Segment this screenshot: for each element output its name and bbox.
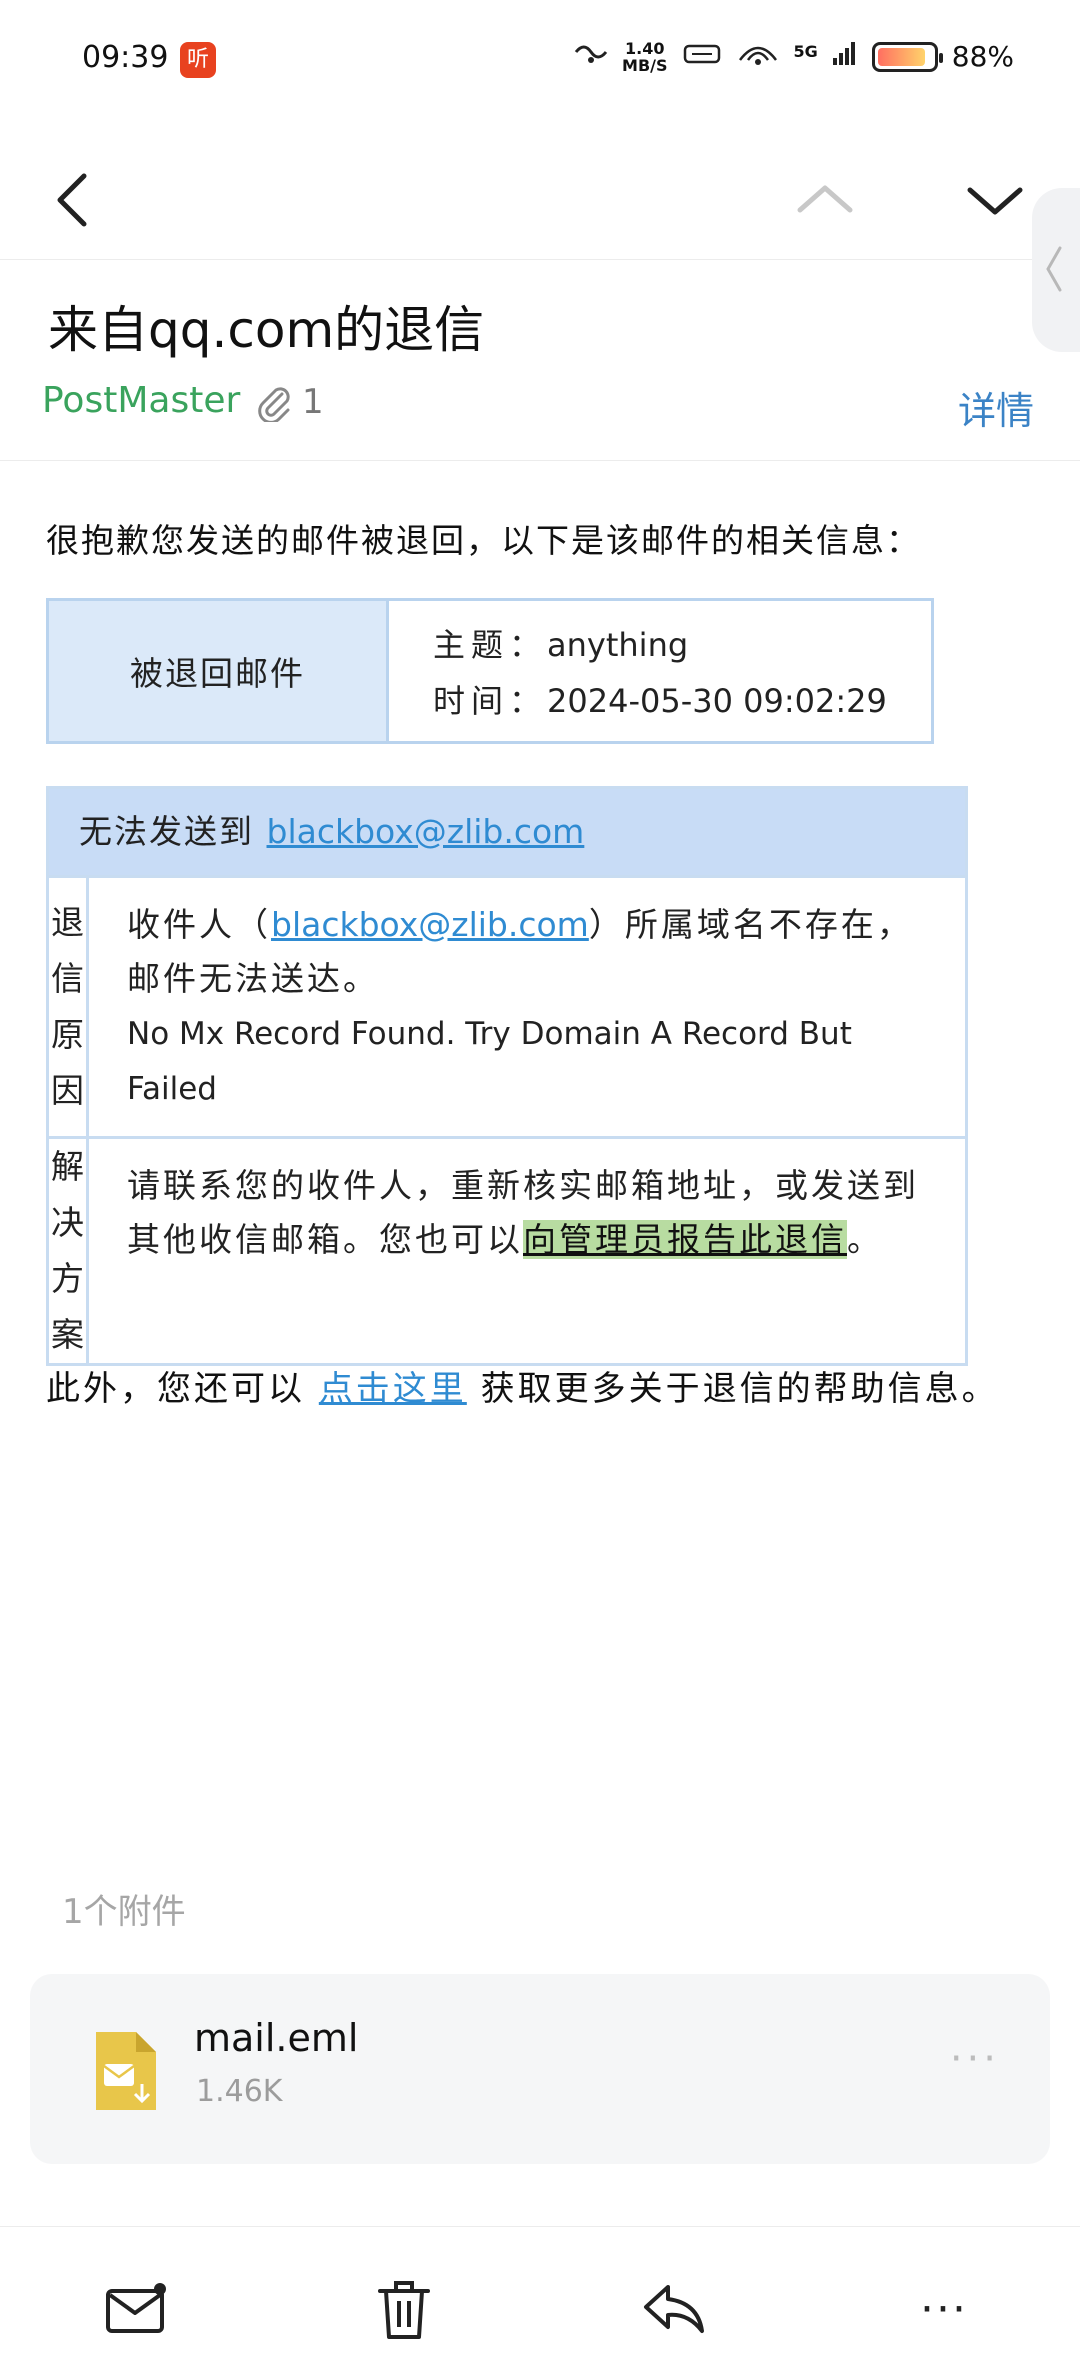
previous-mail-button[interactable] <box>790 168 860 232</box>
net-speed: 1.40 MB/S <box>622 40 667 74</box>
intro-text: 很抱歉您发送的邮件被退回，以下是该邮件的相关信息： <box>46 521 921 560</box>
hd-call-icon <box>682 38 722 75</box>
subject-key: 主题： <box>433 626 548 664</box>
battery-icon <box>871 41 943 72</box>
trash-icon <box>378 2281 430 2339</box>
more-button[interactable]: ··· <box>908 2273 980 2345</box>
attachment-more-button[interactable]: ··· <box>950 2036 1000 2082</box>
attachment-count: 1 <box>302 382 324 422</box>
returned-subject-row: 主题：anything <box>433 617 887 673</box>
attachment-size: 1.46K <box>196 2074 283 2109</box>
chevron-left-icon <box>57 173 87 227</box>
reason-body: 收件人（blackbox@zlib.com）所属域名不存在，邮件无法送达。 No… <box>89 878 965 1136</box>
reason-char: 信 <box>51 959 84 998</box>
attachment-indicator[interactable]: 1 <box>254 382 324 422</box>
mail-unread-icon <box>106 2283 166 2333</box>
solution-char: 决 <box>51 1203 84 1242</box>
reason-char: 因 <box>51 1071 84 1110</box>
next-mail-button[interactable] <box>960 168 1030 232</box>
returned-mail-info: 主题：anything 时间：2024-05-30 09:02:29 <box>389 601 931 741</box>
report-admin-link[interactable]: 向管理员报告此退信 <box>523 1220 847 1259</box>
more-icon: ··· <box>920 2283 968 2335</box>
chevron-up-icon <box>797 185 853 213</box>
solution-char: 方 <box>51 1259 84 1298</box>
attachments-heading: 1个附件 <box>62 1892 186 1932</box>
reply-icon <box>644 2285 704 2333</box>
details-link[interactable]: 详情 <box>958 380 1034 435</box>
eml-file-icon <box>90 2028 160 2118</box>
solution-side-label: 解 决 方 案 <box>49 1139 89 1363</box>
mark-unread-button[interactable] <box>100 2273 172 2345</box>
solution-end: 。 <box>847 1220 883 1259</box>
subject-value: anything <box>547 626 689 664</box>
header-divider <box>0 460 1080 461</box>
reason-address-link[interactable]: blackbox@zlib.com <box>271 905 589 944</box>
returned-mail-table: 被退回邮件 主题：anything 时间：2024-05-30 09:02:29 <box>46 598 934 744</box>
battery-percent: 88% <box>951 40 1014 73</box>
status-bar: 09:39 听 1.40 MB/S 5G 88% <box>0 0 1080 120</box>
mail-subject: 来自qq.com的退信 <box>48 301 485 359</box>
status-indicators: 1.40 MB/S 5G 88% <box>574 38 1014 75</box>
attachment-card[interactable]: mail.eml 1.46K ··· <box>30 1974 1050 2164</box>
returned-time-row: 时间：2024-05-30 09:02:29 <box>433 673 887 729</box>
app-notification-icon: 听 <box>180 42 216 78</box>
top-nav <box>0 140 1080 260</box>
time-value: 2024-05-30 09:02:29 <box>547 682 887 720</box>
wifi-calling-icon <box>736 38 780 75</box>
time-key: 时间： <box>433 682 548 720</box>
returned-mail-label: 被退回邮件 <box>49 601 389 741</box>
back-button[interactable] <box>44 168 104 232</box>
help-text: 此外，您还可以 点击这里 获取更多关于退信的帮助信息。 <box>46 1360 1006 1418</box>
chevron-down-icon <box>967 187 1023 215</box>
bounce-header-text: 无法发送到 <box>79 812 267 851</box>
bottom-toolbar: ··· <box>0 2226 1080 2376</box>
solution-body: 请联系您的收件人，重新核实邮箱地址，或发送到其他收信邮箱。您也可以向管理员报告此… <box>89 1139 965 1363</box>
reason-char: 原 <box>51 1015 84 1054</box>
attachment-name: mail.eml <box>194 2016 359 2060</box>
sender-name[interactable]: PostMaster <box>42 380 240 421</box>
bounce-table: 无法发送到 blackbox@zlib.com 退 信 原 因 收件人（blac… <box>46 786 968 1366</box>
side-panel-handle[interactable] <box>1032 188 1080 352</box>
help-suffix: 获取更多关于退信的帮助信息。 <box>466 1369 999 1409</box>
paperclip-icon <box>258 387 290 422</box>
wifi-icon <box>574 40 608 73</box>
net-speed-unit: MB/S <box>622 55 668 75</box>
reason-english: No Mx Record Found. Try Domain A Record … <box>127 1016 852 1107</box>
recipient-address-link[interactable]: blackbox@zlib.com <box>267 812 585 851</box>
reason-prefix: 收件人（ <box>127 905 271 944</box>
reason-side-label: 退 信 原 因 <box>49 878 89 1136</box>
delete-button[interactable] <box>368 2273 440 2345</box>
chevron-left-icon <box>1046 246 1062 292</box>
signal-icon <box>832 40 858 73</box>
status-time: 09:39 <box>82 40 169 75</box>
reason-char: 退 <box>51 903 84 942</box>
bounce-header: 无法发送到 blackbox@zlib.com <box>49 789 965 875</box>
network-type: 5G <box>793 41 818 61</box>
bounce-solution-row: 解 决 方 案 请联系您的收件人，重新核实邮箱地址，或发送到其他收信邮箱。您也可… <box>49 1136 965 1363</box>
reply-button[interactable] <box>638 2273 710 2345</box>
solution-char: 解 <box>51 1147 84 1186</box>
click-here-link[interactable]: 点击这里 <box>319 1369 467 1409</box>
help-prefix: 此外，您还可以 <box>46 1369 319 1409</box>
solution-char: 案 <box>51 1315 84 1354</box>
bounce-reason-row: 退 信 原 因 收件人（blackbox@zlib.com）所属域名不存在，邮件… <box>49 875 965 1136</box>
